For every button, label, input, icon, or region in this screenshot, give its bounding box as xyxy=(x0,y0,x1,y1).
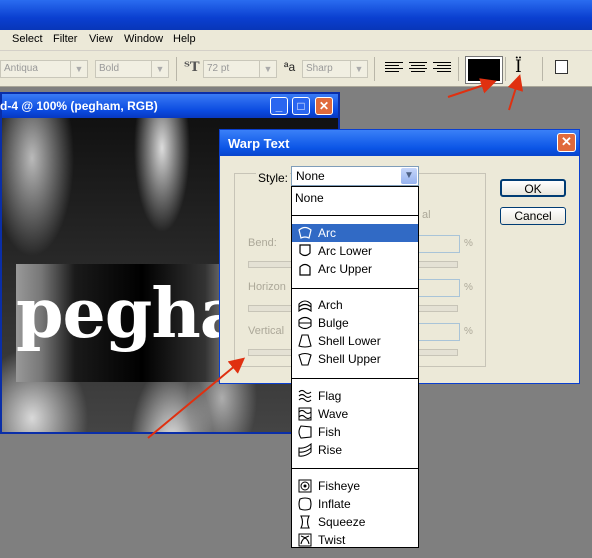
arrow-to-color-swatch xyxy=(447,78,497,98)
arrow-to-style-dropdown xyxy=(147,357,246,439)
arrow-to-warp-icon xyxy=(507,74,524,111)
annotation-arrows xyxy=(147,74,524,439)
